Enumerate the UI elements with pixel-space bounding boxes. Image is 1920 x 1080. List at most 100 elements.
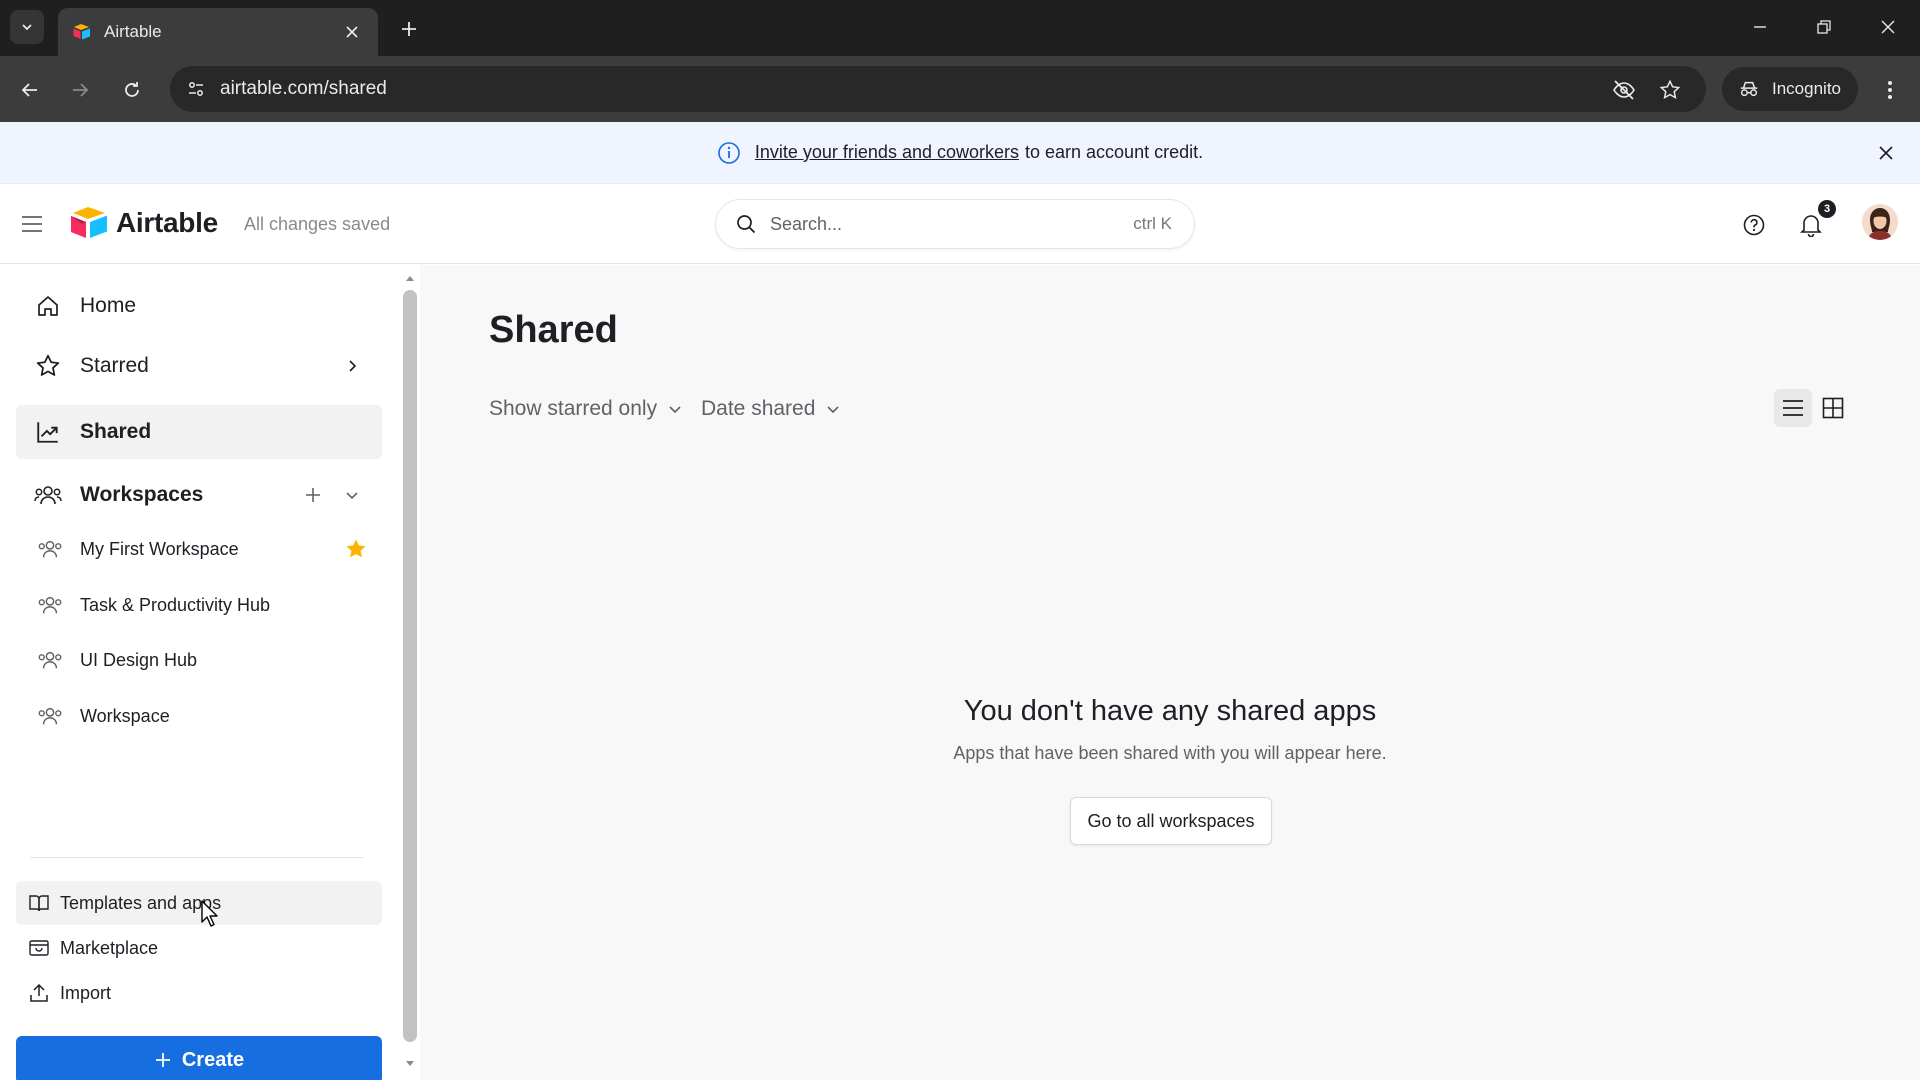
workspace-item[interactable]: UI Design Hub bbox=[34, 637, 384, 683]
sidebar-item-marketplace[interactable]: Marketplace bbox=[16, 926, 382, 970]
empty-state-title: You don't have any shared apps bbox=[963, 695, 1377, 727]
workspace-label: My First Workspace bbox=[80, 538, 239, 559]
workspaces-icon bbox=[34, 481, 62, 509]
tracking-protection-button[interactable] bbox=[1610, 76, 1638, 104]
close-icon bbox=[1881, 20, 1895, 34]
workspace-item[interactable]: Workspace bbox=[34, 693, 384, 739]
user-avatar-icon bbox=[1862, 204, 1898, 240]
banner-text: to earn account credit. bbox=[1025, 142, 1204, 162]
workspaces-collapse-button[interactable] bbox=[340, 483, 364, 507]
tab-search-button[interactable] bbox=[10, 10, 44, 44]
more-vertical-icon bbox=[1888, 81, 1892, 99]
back-button[interactable] bbox=[12, 72, 48, 108]
grid-icon bbox=[1822, 397, 1844, 419]
browser-tab[interactable]: Airtable bbox=[58, 8, 378, 56]
arrow-right-icon bbox=[73, 83, 89, 97]
workspace-item[interactable]: My First Workspace bbox=[34, 526, 384, 572]
page-title: Shared bbox=[489, 309, 618, 351]
address-bar[interactable]: airtable.com/shared bbox=[170, 66, 1706, 112]
sidebar-divider bbox=[30, 857, 364, 858]
plus-icon bbox=[155, 1053, 170, 1067]
star-filled-icon[interactable] bbox=[344, 537, 368, 561]
minimize-button[interactable] bbox=[1740, 10, 1780, 44]
chevron-right-icon[interactable] bbox=[340, 354, 364, 378]
sidebar-item-label: Templates and apps bbox=[60, 892, 222, 913]
workspace-icon bbox=[34, 700, 66, 732]
sidebar-item-starred[interactable]: Starred bbox=[16, 339, 382, 393]
workspace-label: Task & Productivity Hub bbox=[80, 594, 271, 615]
tab-title: Airtable bbox=[104, 22, 162, 41]
sidebar-item-workspaces[interactable]: Workspaces bbox=[16, 468, 382, 522]
sidebar-item-label: Workspaces bbox=[80, 483, 204, 506]
scroll-down-icon[interactable] bbox=[404, 1058, 416, 1070]
notification-badge: 3 bbox=[1818, 200, 1836, 218]
close-icon bbox=[1879, 146, 1893, 160]
go-to-workspaces-button[interactable]: Go to all workspaces bbox=[1070, 797, 1272, 845]
workspace-item[interactable]: Task & Productivity Hub bbox=[34, 582, 384, 628]
sidebar-toggle-button[interactable] bbox=[16, 208, 48, 240]
browser-toolbar: airtable.com/shared Incognito bbox=[0, 56, 1920, 122]
invite-link[interactable]: Invite your friends and coworkers bbox=[755, 142, 1019, 163]
mouse-cursor-icon bbox=[201, 900, 218, 927]
banner-close-button[interactable] bbox=[1872, 139, 1900, 167]
restore-button[interactable] bbox=[1804, 10, 1844, 44]
new-tab-button[interactable] bbox=[394, 14, 424, 44]
chevron-down-icon bbox=[827, 406, 839, 414]
reload-icon bbox=[125, 82, 139, 97]
sidebar-item-import[interactable]: Import bbox=[16, 971, 382, 1015]
sidebar-item-label: Import bbox=[60, 982, 112, 1003]
main-content: Shared Show starred only Date shared You… bbox=[420, 265, 1920, 1080]
star-icon bbox=[34, 352, 62, 380]
airtable-logo-icon bbox=[71, 207, 107, 238]
search-box[interactable]: ctrl K bbox=[716, 200, 1194, 248]
incognito-label: Incognito bbox=[1772, 79, 1841, 98]
sidebar: Home Starred Shared Workspaces My First bbox=[0, 265, 420, 1080]
plus-icon bbox=[402, 22, 416, 36]
search-shortcut: ctrl K bbox=[1133, 214, 1172, 233]
scroll-up-icon[interactable] bbox=[404, 272, 416, 284]
hamburger-icon bbox=[22, 216, 42, 232]
chevron-down-icon bbox=[22, 24, 32, 31]
help-button[interactable] bbox=[1737, 208, 1771, 242]
info-icon bbox=[718, 141, 740, 164]
reload-button[interactable] bbox=[114, 72, 150, 108]
date-shared-sort[interactable]: Date shared bbox=[701, 397, 841, 421]
sidebar-item-label: Shared bbox=[80, 420, 152, 443]
forward-button[interactable] bbox=[62, 72, 98, 108]
eye-off-icon bbox=[1613, 80, 1635, 100]
browser-menu-button[interactable] bbox=[1872, 72, 1908, 108]
add-workspace-button[interactable] bbox=[300, 482, 326, 508]
avatar[interactable] bbox=[1862, 204, 1898, 240]
sidebar-item-templates[interactable]: Templates and apps bbox=[16, 881, 382, 925]
filter-label: Show starred only bbox=[489, 397, 658, 420]
airtable-logo[interactable]: Airtable bbox=[70, 206, 218, 240]
site-info-button[interactable] bbox=[182, 75, 210, 103]
create-label: Create bbox=[181, 1048, 245, 1071]
sidebar-scrollbar[interactable] bbox=[400, 268, 420, 1080]
scroll-thumb[interactable] bbox=[403, 290, 417, 1042]
tab-close-button[interactable] bbox=[340, 20, 364, 44]
search-input[interactable] bbox=[770, 210, 1070, 238]
logo-text: Airtable bbox=[116, 207, 218, 238]
workspace-label: Workspace bbox=[80, 705, 170, 726]
close-icon bbox=[346, 26, 358, 38]
create-button[interactable]: Create bbox=[16, 1036, 382, 1080]
bookmark-button[interactable] bbox=[1656, 76, 1684, 104]
chevron-down-icon bbox=[346, 492, 358, 500]
sidebar-item-label: Starred bbox=[80, 354, 149, 377]
grid-view-button[interactable] bbox=[1814, 389, 1852, 427]
sidebar-item-shared[interactable]: Shared bbox=[16, 405, 382, 459]
arrow-left-icon bbox=[21, 83, 37, 97]
sidebar-item-label: Marketplace bbox=[60, 937, 159, 958]
restore-icon bbox=[1817, 20, 1831, 34]
sidebar-item-home[interactable]: Home bbox=[16, 279, 382, 333]
workspace-label: UI Design Hub bbox=[80, 649, 198, 670]
workspace-icon bbox=[34, 533, 66, 565]
incognito-indicator[interactable]: Incognito bbox=[1722, 67, 1858, 111]
help-icon bbox=[1743, 214, 1765, 236]
app-header: Airtable All changes saved ctrl K bbox=[0, 184, 1920, 264]
upload-icon bbox=[28, 982, 50, 1004]
window-close-button[interactable] bbox=[1868, 10, 1908, 44]
list-view-button[interactable] bbox=[1774, 389, 1812, 427]
show-starred-filter[interactable]: Show starred only bbox=[489, 397, 683, 421]
